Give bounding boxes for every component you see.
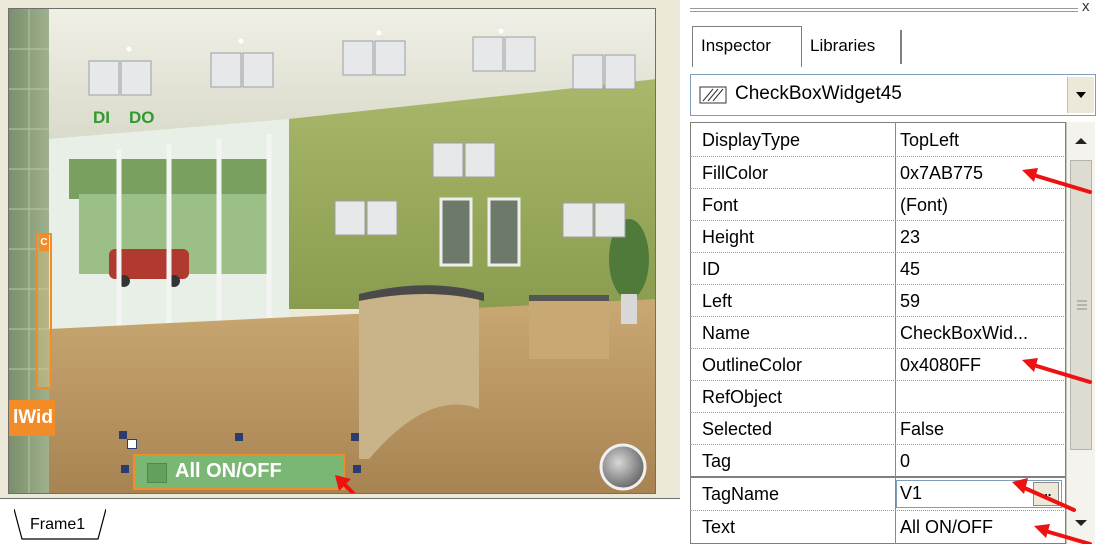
checkbox-label: All ON/OFF — [175, 460, 282, 482]
property-name: TagName — [702, 484, 780, 504]
highlight-arrows — [1012, 168, 1092, 544]
resize-handle[interactable] — [121, 465, 129, 473]
tab-libraries[interactable]: Libraries — [802, 30, 902, 64]
highlight-arrow — [335, 475, 356, 493]
design-canvas-pane: DI DO C lWid All ON/OFF Frame1 — [0, 0, 680, 544]
object-selector-dropdown[interactable]: CheckBoxWidget45 — [690, 74, 1096, 116]
resize-handle[interactable] — [351, 433, 359, 441]
property-name: Font — [702, 195, 739, 215]
selected-object-name: CheckBoxWidget45 — [735, 83, 902, 104]
property-name: Text — [702, 517, 736, 537]
property-name: Left — [702, 291, 733, 311]
property-name: FillColor — [702, 163, 769, 183]
panel-header-bar — [690, 8, 1078, 12]
checkbox-box[interactable] — [147, 463, 167, 483]
checkbox-widget-all-on-off[interactable]: All ON/OFF — [133, 454, 345, 490]
checkbox-widget-icon — [699, 86, 727, 104]
property-name: DisplayType — [702, 130, 801, 150]
close-icon[interactable]: x — [1082, 0, 1090, 15]
tagname-value: V1 — [900, 483, 923, 503]
tab-libraries-label: Libraries — [810, 36, 876, 55]
tab-inspector-label: Inspector — [701, 36, 771, 55]
scroll-up-icon[interactable] — [1073, 136, 1089, 146]
slider-thumb[interactable]: C — [39, 235, 49, 251]
property-name: Height — [702, 227, 755, 247]
anchor-handle[interactable] — [127, 439, 137, 449]
property-name: RefObject — [702, 387, 783, 407]
property-name: ID — [702, 259, 720, 279]
do-indicator-label: DO — [129, 108, 155, 127]
property-value[interactable]: TopLeft — [900, 124, 1060, 156]
resize-handle[interactable] — [235, 433, 243, 441]
dropdown-button[interactable] — [1067, 77, 1094, 113]
frame-tab-label: Frame1 — [30, 516, 86, 533]
property-name: Selected — [702, 419, 773, 439]
property-name: Tag — [702, 451, 732, 471]
resize-handle[interactable] — [119, 431, 127, 439]
property-name: OutlineColor — [702, 355, 803, 375]
tab-inspector[interactable]: Inspector — [692, 26, 802, 67]
vertical-slider-widget[interactable] — [36, 233, 52, 389]
label-widget[interactable]: lWid — [9, 400, 55, 436]
design-frame[interactable]: DI DO C lWid All ON/OFF — [8, 8, 656, 494]
inspector-panel: x Inspector Libraries CheckBoxWidget45 D… — [690, 0, 1098, 544]
property-row[interactable]: DisplayType TopLeft — [690, 124, 1066, 156]
property-name: Name — [702, 323, 751, 343]
office-background-image — [9, 9, 655, 493]
chevron-down-icon — [1076, 92, 1086, 98]
di-indicator-label: DI — [93, 108, 110, 127]
panel-splitter[interactable] — [680, 0, 690, 544]
